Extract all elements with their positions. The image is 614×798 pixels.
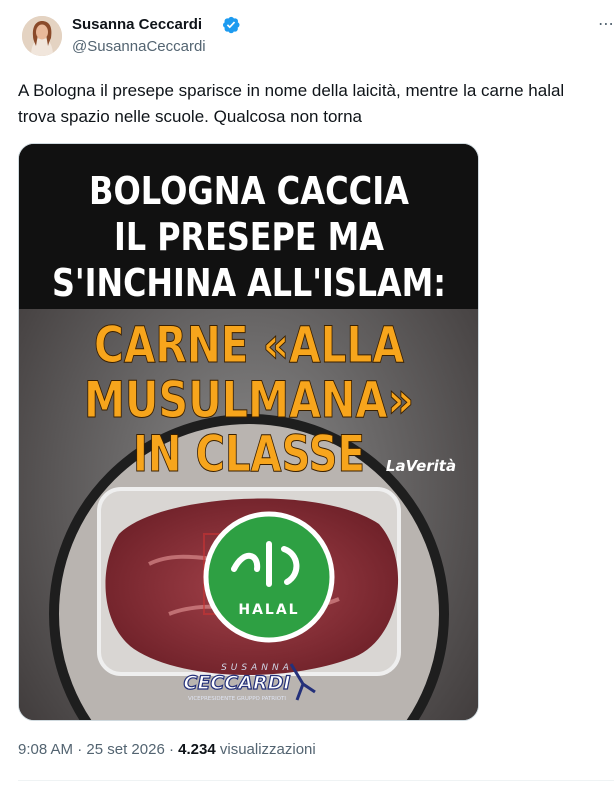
tweet-meta: 9:08 AM · 25 set 2026 · 4.234 visualizza… [18,741,316,758]
meta-separator-1: · [73,741,87,758]
signature-figure-icon [289,663,316,701]
tweet-time[interactable]: 9:08 AM [18,741,73,758]
author-handle[interactable]: @SusannaCeccardi [72,38,206,55]
views-count: 4.234 [178,741,216,758]
divider [18,780,614,781]
tweet-image[interactable]: HALAL BOLOGNA CACCIA IL PRESEPE MA S'INC… [18,143,479,721]
verified-badge-icon [223,16,240,34]
tweet-text: A Bologna il presepe sparisce in nome de… [18,78,614,130]
profile-photo-icon [22,16,62,56]
tweet-date[interactable]: 25 set 2026 [86,741,164,758]
signature-name: CECCARDI [184,672,291,694]
tweet-text-line-1: A Bologna il presepe sparisce in nome de… [18,81,565,100]
author-name[interactable]: Susanna Ceccardi [72,16,202,33]
more-options-icon[interactable]: ⋯ [598,14,614,34]
tweet-text-line-2: trova spazio nelle scuole. Qualcosa non … [18,107,362,126]
views-label: visualizzazioni [219,741,316,758]
signature-logo: SUSANNA CECCARDI VICEPRESIDENTE GRUPPO P… [183,663,316,702]
meta-separator-2: · [164,741,179,758]
signature-sub: VICEPRESIDENTE GRUPPO PATRIOTI [188,696,286,702]
avatar[interactable] [22,16,62,56]
